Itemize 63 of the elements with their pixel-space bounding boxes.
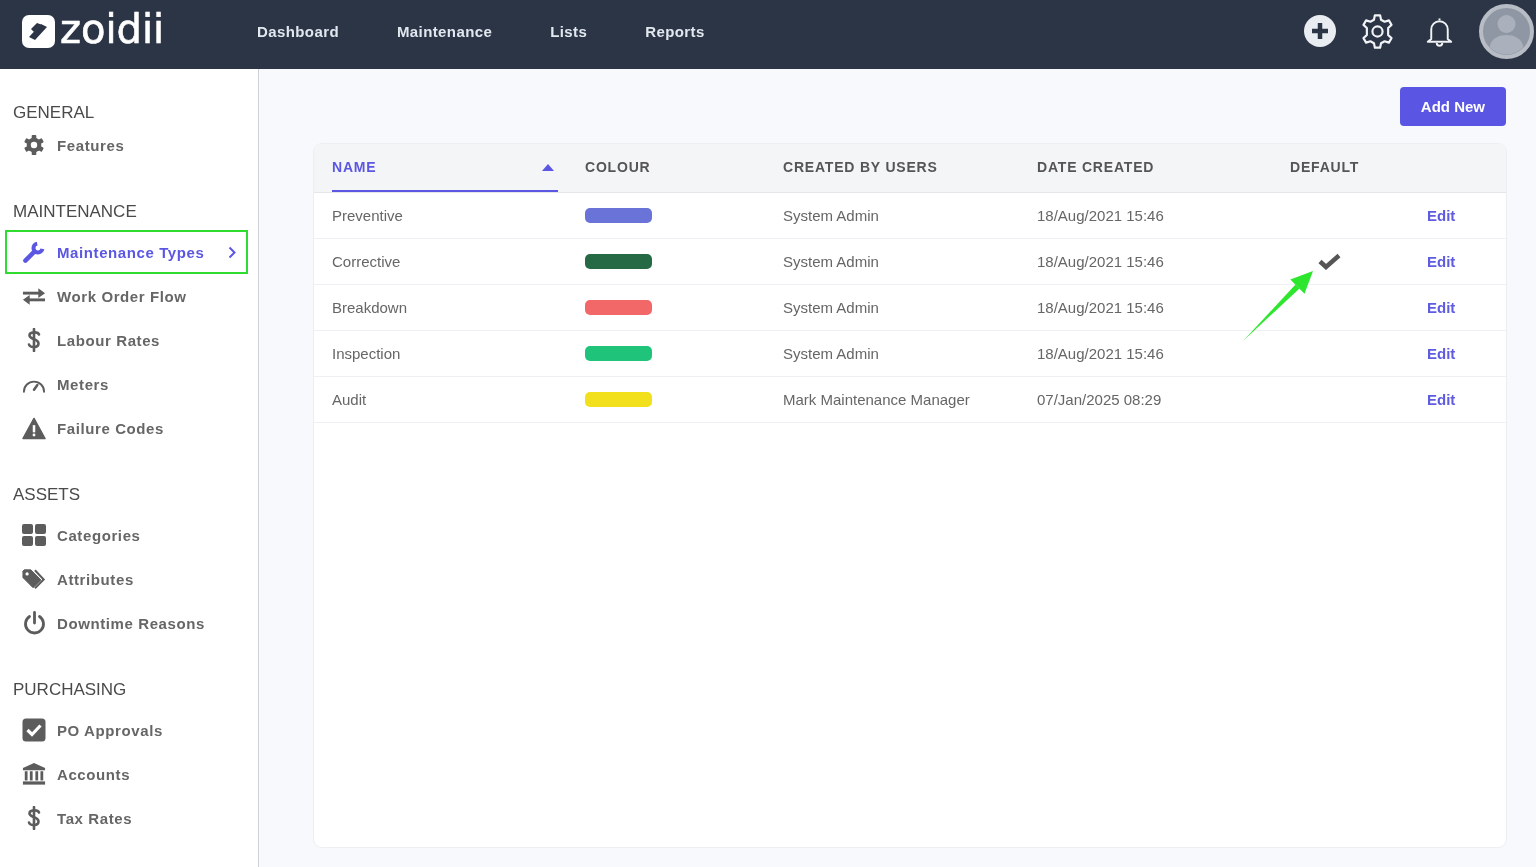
nav-link[interactable]: Dashboard — [257, 22, 339, 40]
edit-link[interactable]: Edit — [1427, 391, 1456, 408]
add-new-button[interactable]: Add New — [1399, 87, 1506, 126]
nav-link[interactable]: Maintenance — [396, 22, 493, 40]
sidebar-item[interactable]: Maintenance Types — [5, 230, 248, 274]
sidebar-item[interactable]: Work Order Flow — [5, 274, 248, 318]
sort-caret-icon — [542, 163, 554, 171]
logo-icon — [22, 14, 55, 48]
avatar-icon[interactable] — [1479, 3, 1534, 59]
date-cell-text: 18/Aug/2021 15:46 — [1037, 253, 1165, 270]
created-by-cell-text: System Admin — [783, 345, 880, 362]
created-by-cell-text: Mark Maintenance Manager — [783, 391, 971, 408]
section-title: ASSETS — [12, 486, 82, 504]
logo-text: zoidii — [60, 9, 165, 49]
sidebar-item[interactable]: Features — [5, 123, 248, 167]
edit-link[interactable]: Edit — [1427, 345, 1456, 362]
checkbox-icon — [22, 718, 46, 742]
sidebar-item[interactable]: Failure Codes — [5, 406, 248, 450]
name-cell: Audit — [332, 391, 367, 408]
nav-link[interactable]: Lists — [550, 22, 588, 40]
sidebar-item[interactable]: Categories — [5, 513, 248, 557]
name-cell: Corrective — [332, 253, 401, 270]
power-icon — [22, 611, 46, 635]
tags-icon — [22, 568, 46, 590]
sidebar-item[interactable]: Tax Rates — [5, 796, 248, 840]
sidebar-item[interactable]: Downtime Reasons — [5, 601, 248, 645]
column-header[interactable]: DEFAULT — [1290, 144, 1360, 192]
date-cell-text: 18/Aug/2021 15:46 — [1037, 299, 1165, 316]
gear-icon — [23, 134, 45, 156]
sidebar-item[interactable]: Labour Rates — [5, 318, 248, 362]
date-cell-text: 07/Jan/2025 08:29 — [1037, 391, 1163, 408]
column-header[interactable]: NAME — [332, 144, 558, 192]
column-header[interactable]: CREATED BY USERS — [783, 144, 938, 192]
plus-circle-icon[interactable] — [1304, 15, 1336, 47]
section-title: PURCHASING — [12, 681, 128, 699]
sidebar-item[interactable]: Attributes — [5, 557, 248, 601]
name-cell: Breakdown — [332, 299, 408, 316]
swap-arrows-icon — [22, 286, 46, 306]
section-title: MAINTENANCE — [12, 203, 138, 221]
created-by-cell-text: System Admin — [783, 207, 880, 224]
sidebar-item[interactable]: Meters — [5, 362, 248, 406]
nav-link[interactable]: Reports — [645, 22, 705, 40]
column-header[interactable]: DATE CREATED — [1037, 144, 1155, 192]
name-cell: Preventive — [332, 207, 403, 224]
sidebar-item[interactable]: Accounts — [5, 752, 248, 796]
dollar-icon — [27, 328, 41, 352]
column-header[interactable]: COLOUR — [585, 144, 651, 192]
created-by-cell-text: System Admin — [783, 253, 880, 270]
edit-link[interactable]: Edit — [1427, 207, 1456, 224]
edit-link[interactable]: Edit — [1427, 299, 1456, 316]
bank-icon — [22, 762, 46, 786]
date-cell-text: 18/Aug/2021 15:46 — [1037, 345, 1165, 362]
edit-link[interactable]: Edit — [1427, 253, 1456, 270]
dollar-icon — [27, 806, 41, 830]
chevron-right-icon — [228, 245, 236, 259]
name-cell: Inspection — [332, 345, 401, 362]
warning-icon — [22, 416, 46, 440]
wrench-icon — [22, 240, 46, 264]
created-by-cell-text: System Admin — [783, 299, 880, 316]
date-cell-text: 18/Aug/2021 15:46 — [1037, 207, 1165, 224]
section-title: GENERAL — [12, 104, 96, 122]
grid-icon — [22, 524, 46, 546]
sidebar-item[interactable]: PO Approvals — [5, 708, 248, 752]
